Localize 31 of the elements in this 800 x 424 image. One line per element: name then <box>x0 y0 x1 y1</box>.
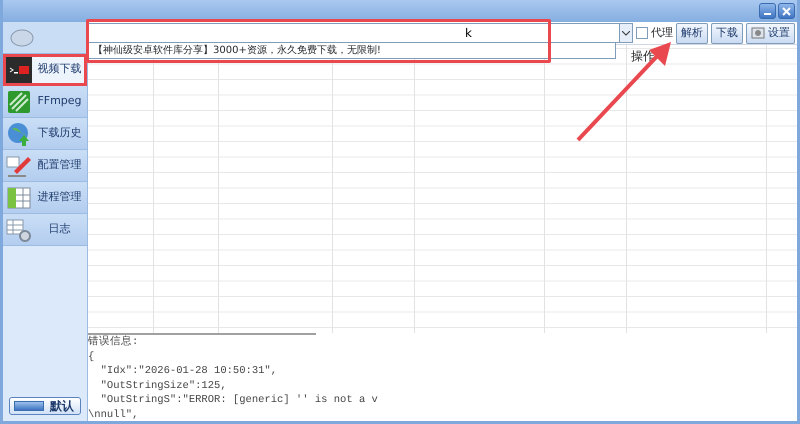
dropdown-button[interactable] <box>619 23 633 43</box>
settings-icon <box>751 26 765 40</box>
url-field[interactable]: k <box>88 23 619 43</box>
sidebar-item[interactable]: 进程管理 <box>3 182 87 214</box>
log-line: 错误信息: <box>88 335 138 350</box>
stripes-icon <box>6 88 32 114</box>
log-line: { <box>88 350 94 364</box>
sidebar-item[interactable]: 配置管理 <box>3 150 87 182</box>
table-gear-icon <box>6 216 32 242</box>
parse-button[interactable]: 解析 <box>676 22 708 44</box>
log-line: "OutStringSize":125, <box>100 378 227 393</box>
log-line: "OutStringS":"ERROR: [generic] '' is not a v <box>100 393 378 408</box>
globe-arrow-icon <box>6 120 32 146</box>
sidebar-item[interactable]: 下载历史 <box>3 118 87 150</box>
grid-icon <box>6 184 32 210</box>
proxy-checkbox[interactable]: 代理 <box>636 24 673 42</box>
minimize-button[interactable] <box>759 3 776 19</box>
close-button[interactable] <box>778 3 795 19</box>
default-button[interactable]: 默认 <box>9 397 81 415</box>
settings-button[interactable]: 设置 <box>746 22 795 44</box>
close-icon <box>782 6 791 16</box>
dropdown-option[interactable]: 【神仙级安卓软件库分享】3000+资源，永久免费下载，无限制! <box>93 45 381 56</box>
log-line: "Idx":"2026-01-28 10:50:31", <box>100 364 278 378</box>
minimize-icon <box>764 12 771 14</box>
sidebar-item[interactable]: FFmpeg <box>3 86 87 118</box>
sidebar-item[interactable]: 视频下载 <box>3 54 87 86</box>
terminal-icon <box>6 56 32 82</box>
download-button[interactable]: 下载 <box>711 22 743 44</box>
caret-icon <box>622 30 630 36</box>
sidebar-item[interactable]: 日志 <box>3 214 87 246</box>
log-line: \nnull", <box>88 408 138 421</box>
